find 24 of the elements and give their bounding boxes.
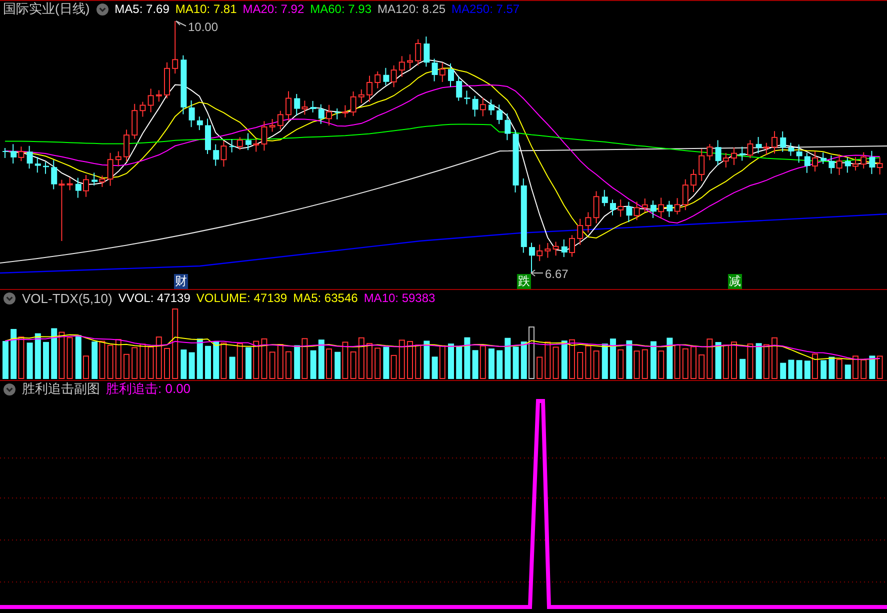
price-label: 10.00 (188, 20, 218, 34)
legend-value: MA5: 63546 (293, 291, 358, 306)
legend-value: MA120: 8.25 (378, 2, 446, 16)
legend-value: MA20: 7.92 (242, 2, 304, 16)
dropdown-icon[interactable] (96, 2, 109, 16)
signal-marker: 跌 (517, 274, 531, 289)
arrow-icon (530, 270, 544, 276)
price-label: 6.67 (545, 267, 568, 281)
legend-value: MA10: 59383 (364, 291, 436, 306)
panel-title: 胜利追击副图 (22, 380, 100, 398)
legend-value: MA60: 7.93 (310, 2, 372, 16)
panel-title: VOL-TDX(5,10) (22, 290, 112, 306)
dropdown-icon[interactable] (3, 292, 16, 305)
panel-title: 国际实业(日线) (3, 0, 90, 18)
signal-marker: 减 (728, 274, 742, 289)
legend-value: VOLUME: 47139 (196, 291, 288, 306)
legend-value: MA10: 7.81 (175, 2, 237, 16)
legend-value: MA5: 7.69 (114, 2, 170, 16)
legend-value: MA250: 7.57 (452, 2, 520, 16)
dropdown-icon[interactable] (3, 382, 16, 396)
arrow-icon (176, 20, 186, 26)
legend-value: 胜利追击: 0.00 (106, 380, 191, 398)
signal-marker: 财 (174, 274, 188, 289)
legend-value: VVOL: 47139 (118, 291, 190, 306)
